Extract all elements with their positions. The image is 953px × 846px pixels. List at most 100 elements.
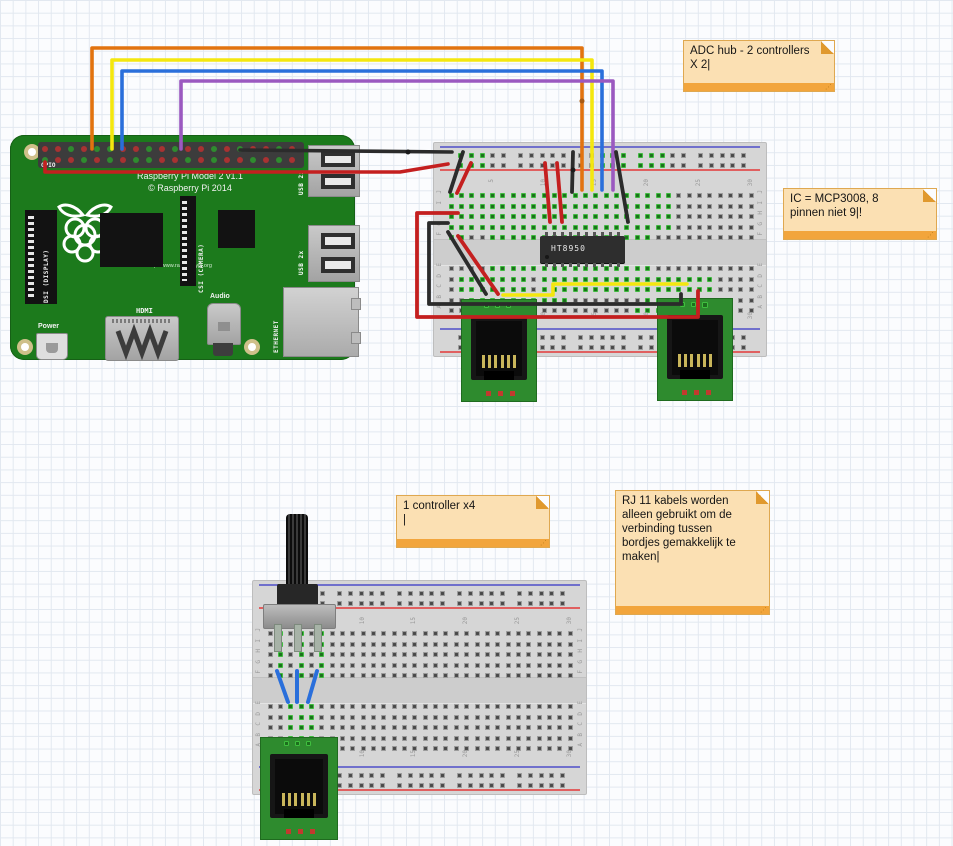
breadboard-hole[interactable]	[614, 277, 619, 282]
breadboard-hole[interactable]	[402, 673, 407, 678]
breadboard-hole[interactable]	[506, 715, 511, 720]
rail-hole[interactable]	[359, 591, 364, 596]
rail-hole[interactable]	[561, 163, 566, 168]
breadboard-hole[interactable]	[666, 225, 671, 230]
breadboard-hole[interactable]	[624, 266, 629, 271]
breadboard-hole[interactable]	[330, 673, 335, 678]
breadboard-hole[interactable]	[557, 673, 562, 678]
breadboard-hole[interactable]	[593, 204, 598, 209]
breadboard-hole[interactable]	[402, 663, 407, 668]
breadboard-hole[interactable]	[459, 266, 464, 271]
breadboard-hole[interactable]	[604, 214, 609, 219]
breadboard-hole[interactable]	[521, 204, 526, 209]
breadboard-hole[interactable]	[666, 235, 671, 240]
rail-hole[interactable]	[440, 783, 445, 788]
breadboard-hole[interactable]	[604, 225, 609, 230]
note-resize-grip[interactable]: ⋰	[825, 83, 832, 91]
breadboard-hole[interactable]	[309, 673, 314, 678]
rail-hole[interactable]	[528, 773, 533, 778]
rail-hole[interactable]	[550, 163, 555, 168]
rail-hole[interactable]	[670, 153, 675, 158]
rail-hole[interactable]	[610, 335, 615, 340]
breadboard-hole[interactable]	[361, 725, 366, 730]
breadboard-hole[interactable]	[371, 736, 376, 741]
rail-hole[interactable]	[458, 163, 463, 168]
breadboard-hole[interactable]	[381, 715, 386, 720]
breadboard-hole[interactable]	[573, 225, 578, 230]
breadboard-hole[interactable]	[516, 704, 521, 709]
breadboard-hole[interactable]	[288, 715, 293, 720]
breadboard-hole[interactable]	[361, 715, 366, 720]
breadboard-hole[interactable]	[531, 287, 536, 292]
breadboard-hole[interactable]	[506, 704, 511, 709]
breadboard-hole[interactable]	[526, 746, 531, 751]
breadboard-hole[interactable]	[749, 204, 754, 209]
breadboard-hole[interactable]	[268, 631, 273, 636]
breadboard-hole[interactable]	[562, 193, 567, 198]
rail-hole[interactable]	[457, 773, 462, 778]
breadboard-hole[interactable]	[624, 193, 629, 198]
breadboard-hole[interactable]	[433, 725, 438, 730]
breadboard-hole[interactable]	[443, 736, 448, 741]
rail-hole[interactable]	[561, 153, 566, 158]
rail-hole[interactable]	[369, 773, 374, 778]
breadboard-hole[interactable]	[749, 266, 754, 271]
rail-hole[interactable]	[479, 591, 484, 596]
breadboard-hole[interactable]	[604, 204, 609, 209]
breadboard-hole[interactable]	[340, 663, 345, 668]
rail-hole[interactable]	[429, 783, 434, 788]
breadboard-hole[interactable]	[433, 673, 438, 678]
breadboard-hole[interactable]	[583, 204, 588, 209]
gpio-pin[interactable]	[198, 157, 204, 163]
breadboard-hole[interactable]	[562, 308, 567, 313]
breadboard-hole[interactable]	[738, 235, 743, 240]
gpio-pin[interactable]	[211, 146, 217, 152]
rail-hole[interactable]	[359, 601, 364, 606]
breadboard-hole[interactable]	[288, 652, 293, 657]
breadboard-hole[interactable]	[531, 225, 536, 230]
breadboard-hole[interactable]	[361, 663, 366, 668]
breadboard-hole[interactable]	[268, 725, 273, 730]
rail-hole[interactable]	[638, 163, 643, 168]
breadboard-hole[interactable]	[537, 715, 542, 720]
gpio-pin[interactable]	[250, 157, 256, 163]
breadboard-hole[interactable]	[469, 193, 474, 198]
gpio-pin[interactable]	[276, 157, 282, 163]
rj11-breakout-2[interactable]	[657, 298, 733, 401]
rail-hole[interactable]	[698, 163, 703, 168]
breadboard-hole[interactable]	[500, 225, 505, 230]
breadboard-hole[interactable]	[516, 673, 521, 678]
breadboard-hole[interactable]	[412, 663, 417, 668]
rail-hole[interactable]	[429, 773, 434, 778]
breadboard-hole[interactable]	[495, 736, 500, 741]
ic-chip[interactable]: HT8950	[540, 236, 625, 263]
gpio-pin[interactable]	[94, 157, 100, 163]
breadboard-hole[interactable]	[340, 715, 345, 720]
breadboard-hole[interactable]	[423, 642, 428, 647]
sticky-note-ic-mcp3008[interactable]: IC = MCP3008, 8 pinnen niet 9|! ⋰	[783, 188, 937, 240]
rail-hole[interactable]	[369, 591, 374, 596]
breadboard-hole[interactable]	[490, 287, 495, 292]
breadboard-hole[interactable]	[402, 642, 407, 647]
breadboard-hole[interactable]	[562, 225, 567, 230]
rail-hole[interactable]	[397, 601, 402, 606]
breadboard-hole[interactable]	[350, 673, 355, 678]
breadboard-hole[interactable]	[469, 204, 474, 209]
rail-hole[interactable]	[528, 601, 533, 606]
breadboard-hole[interactable]	[552, 225, 557, 230]
gpio-pin[interactable]	[55, 146, 61, 152]
breadboard-hole[interactable]	[676, 277, 681, 282]
breadboard-hole[interactable]	[537, 631, 542, 636]
rail-hole[interactable]	[489, 591, 494, 596]
breadboard-hole[interactable]	[340, 725, 345, 730]
breadboard-hole[interactable]	[381, 746, 386, 751]
breadboard-hole[interactable]	[278, 725, 283, 730]
breadboard-hole[interactable]	[480, 214, 485, 219]
breadboard-hole[interactable]	[506, 673, 511, 678]
rail-hole[interactable]	[419, 601, 424, 606]
breadboard-hole[interactable]	[604, 298, 609, 303]
breadboard-hole[interactable]	[495, 673, 500, 678]
breadboard-hole[interactable]	[521, 235, 526, 240]
breadboard-hole[interactable]	[526, 715, 531, 720]
breadboard-hole[interactable]	[614, 287, 619, 292]
